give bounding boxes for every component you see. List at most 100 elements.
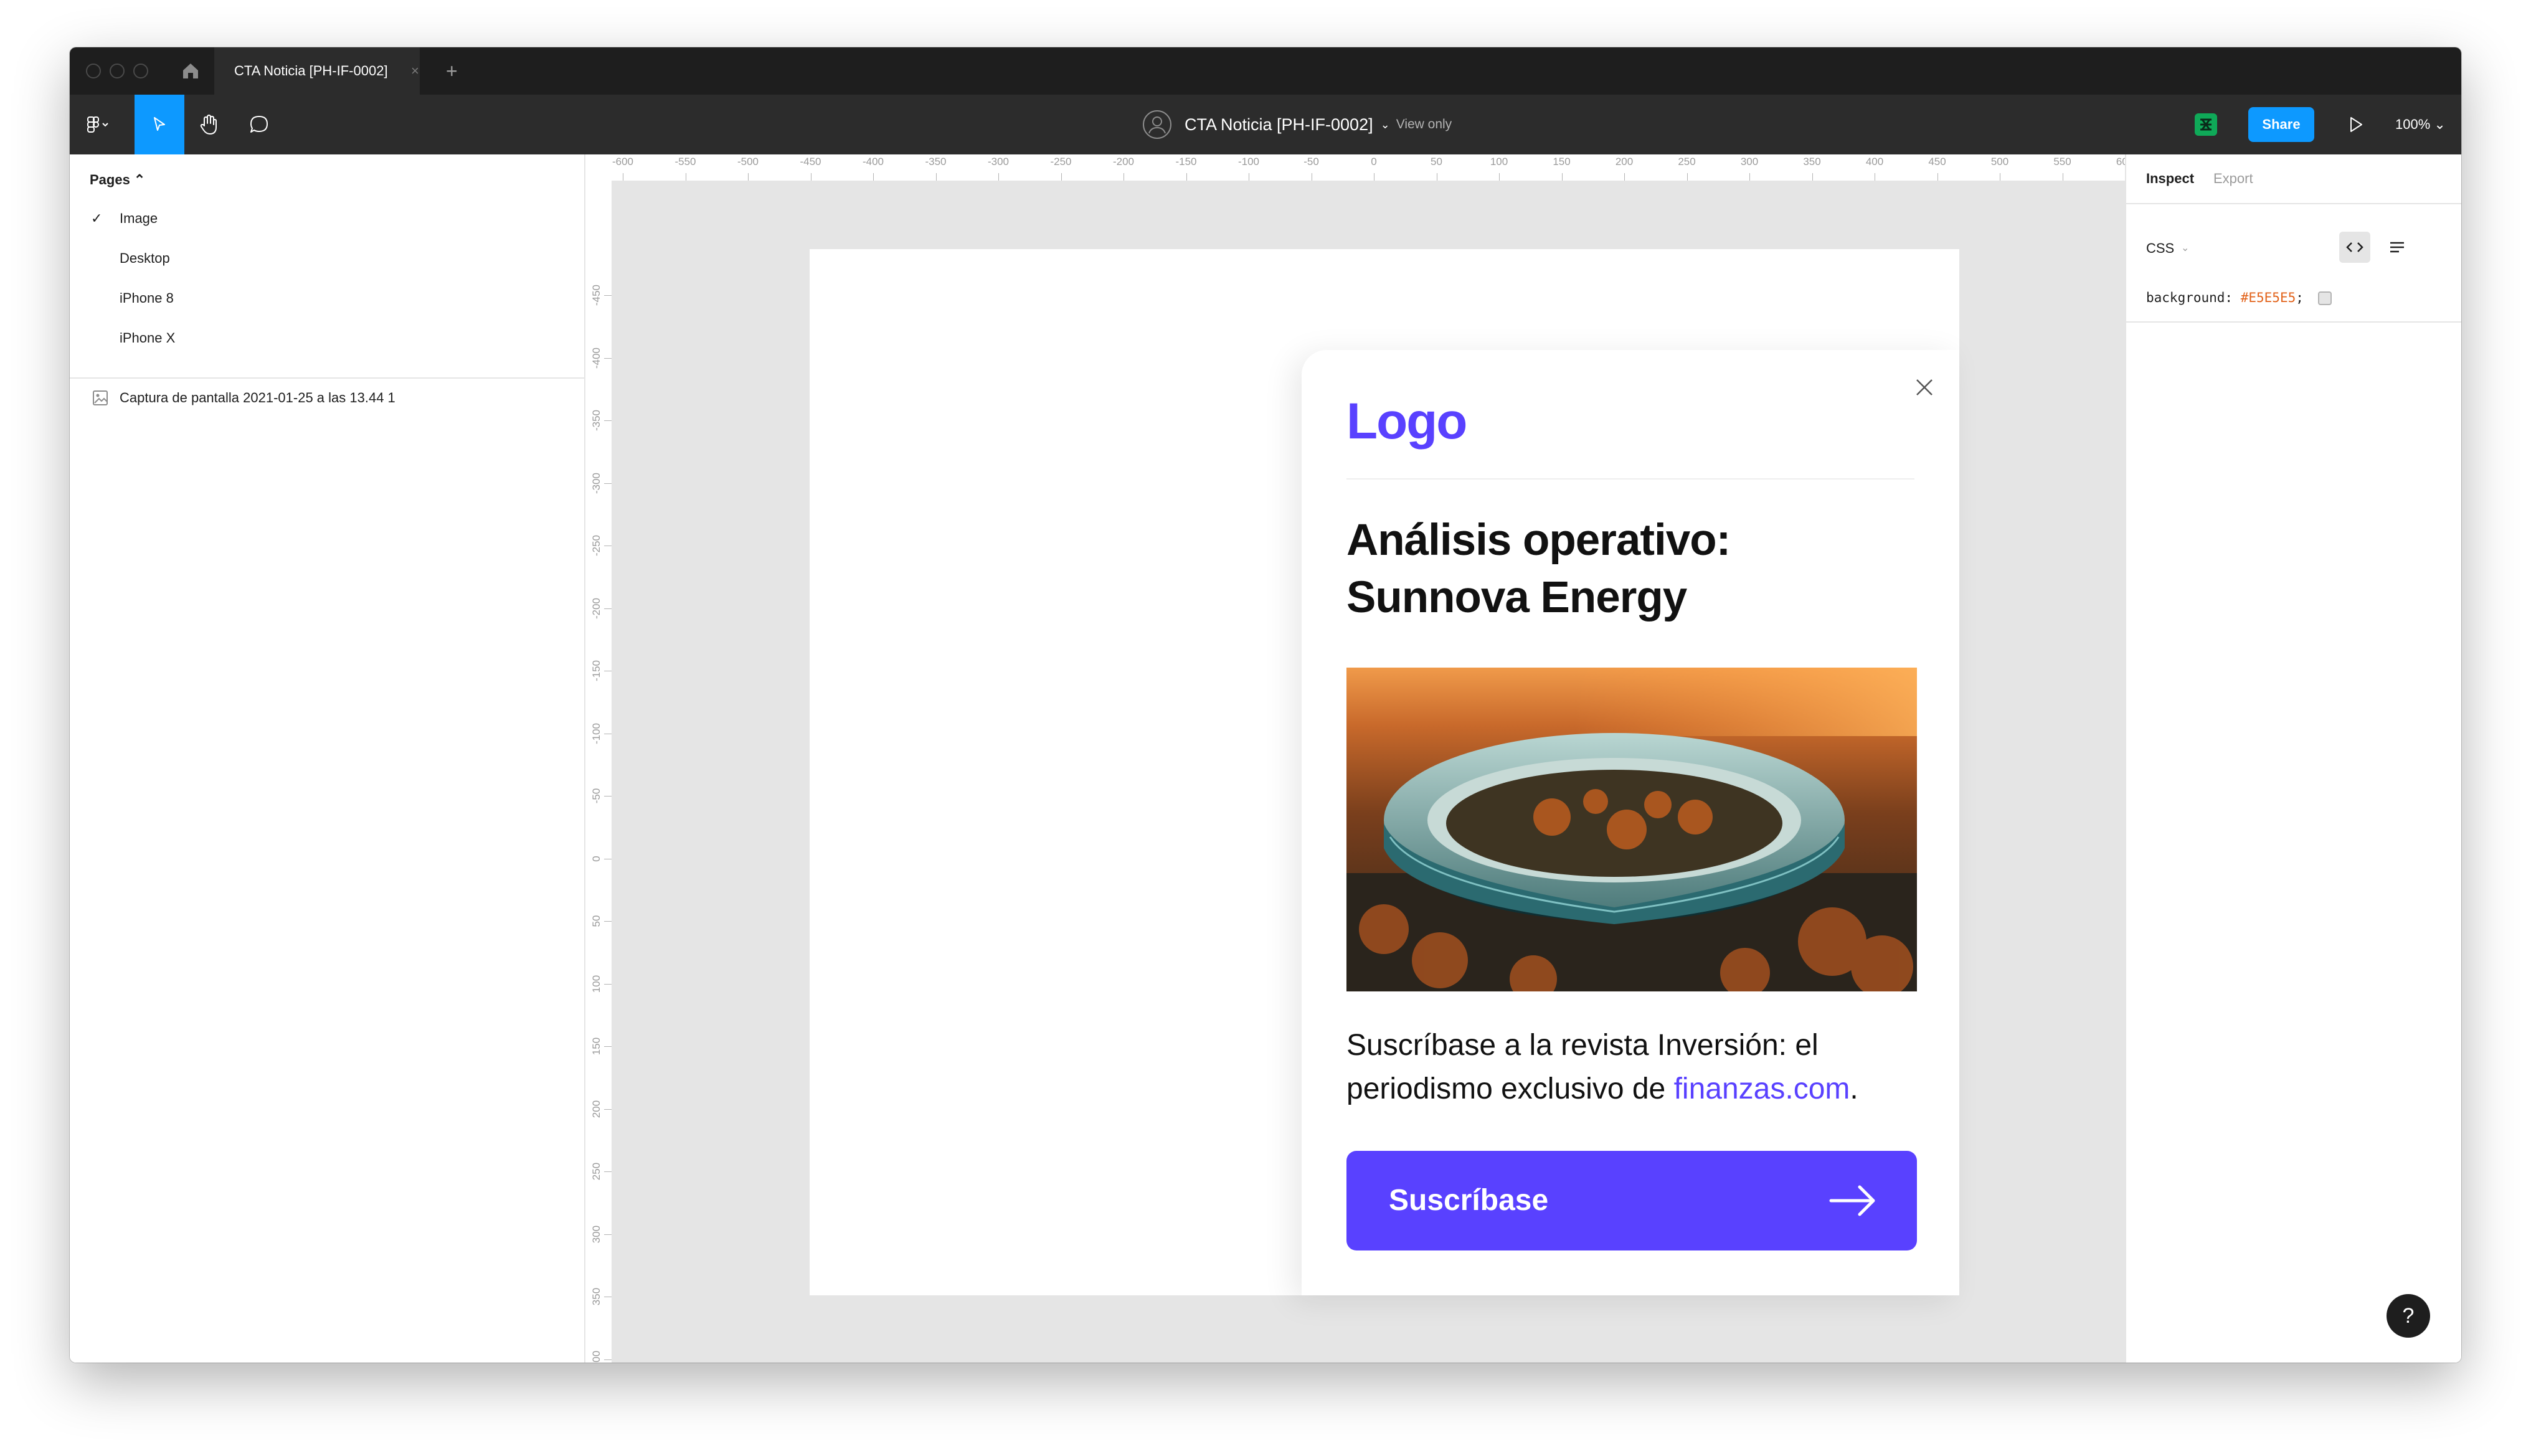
hand-icon [200, 115, 217, 135]
subscribe-button-label: Suscríbase [1389, 1184, 1549, 1217]
zoom-value: 100% [2395, 116, 2431, 132]
pages-header[interactable]: Pages ⌃ [90, 172, 145, 188]
ruler-tick-label: -300 [590, 472, 602, 494]
vertical-ruler: -450 -400 -350 -300 -250 -200 -150 -100 -50 0 50 10… [585, 181, 612, 1363]
ruler-tick-label: -250 [590, 534, 602, 557]
ruler-tick [1937, 173, 1938, 181]
home-icon[interactable] [181, 61, 201, 81]
ruler-tick-label: -250 [1050, 156, 1072, 168]
subscription-description: Suscríbase a la revista Inversión: el pe… [1346, 1024, 1932, 1111]
ruler-tick-label: 150 [590, 1037, 602, 1056]
zoom-dropdown[interactable]: 100% ⌄ [2395, 95, 2446, 154]
move-tool-button[interactable] [135, 95, 184, 154]
ruler-tick [1499, 173, 1500, 181]
figma-menu-icon [87, 116, 108, 133]
hand-tool-button[interactable] [184, 95, 234, 154]
ruler-tick [604, 1234, 612, 1235]
page-item-iphone-8[interactable]: iPhone 8 [120, 290, 174, 306]
share-button[interactable]: Share [2248, 107, 2314, 142]
ruler-tick-label: -600 [612, 156, 634, 168]
code-view-button[interactable] [2339, 232, 2370, 263]
ruler-tick-label: 350 [590, 1287, 602, 1306]
comment-tool-button[interactable] [234, 95, 284, 154]
description-end: . [1850, 1072, 1858, 1105]
ruler-tick [604, 483, 612, 484]
title-bar: CTA Noticia [PH-IF-0002] × + [70, 47, 2461, 95]
ruler-tick-label: 450 [1928, 156, 1946, 168]
help-button[interactable]: ? [2387, 1294, 2430, 1338]
layer-item[interactable]: Captura de pantalla 2021-01-25 a las 13.… [120, 390, 395, 406]
code-language-chevron-icon[interactable]: ⌄ [2181, 242, 2189, 254]
zoom-chevron-icon: ⌄ [2434, 116, 2446, 132]
zoom-window-dot[interactable] [133, 64, 148, 78]
ruler-tick-label: 250 [1678, 156, 1696, 168]
ruler-tick-label: 50 [1431, 156, 1442, 168]
article-headline: Análisis operativo: Sunnova Energy [1346, 512, 1926, 626]
ruler-tick-label: 400 [590, 1350, 602, 1363]
campus-aerial-photo [1346, 668, 1917, 991]
ruler-tick-label: -400 [862, 156, 884, 168]
page-item-image[interactable]: Image [120, 210, 158, 227]
user-avatar-icon [1143, 110, 1171, 139]
ruler-tick [1687, 173, 1688, 181]
ruler-tick-label: 100 [590, 975, 602, 993]
chevron-down-icon[interactable]: ⌄ [1381, 118, 1390, 131]
ruler-tick-label: 350 [1803, 156, 1821, 168]
page-item-iphone-x[interactable]: iPhone X [120, 330, 175, 346]
tab-export[interactable]: Export [2213, 171, 2253, 187]
cta-card[interactable]: Logo Análisis operativo: Sunnova Energy [1302, 350, 1959, 1295]
ruler-tick-label: 400 [1865, 156, 1884, 168]
ruler-tick-label: 0 [590, 855, 602, 862]
comment-icon [250, 116, 268, 133]
new-tab-icon[interactable]: + [446, 47, 458, 95]
arrow-right-icon [1829, 1185, 1875, 1216]
ruler-tick [998, 173, 999, 181]
close-window-dot[interactable] [86, 64, 101, 78]
finanzas-link[interactable]: finanzas.com [1674, 1072, 1850, 1105]
ruler-tick [604, 921, 612, 922]
plugin-icon[interactable] [2195, 113, 2217, 136]
tab-inspect[interactable]: Inspect [2146, 171, 2194, 187]
ruler-tick-label: -450 [800, 156, 821, 168]
ruler-tick-label: -150 [590, 659, 602, 682]
file-tab-label[interactable]: CTA Noticia [PH-IF-0002] [234, 47, 388, 95]
tab-close-icon[interactable]: × [411, 47, 419, 95]
list-view-button[interactable] [2382, 232, 2413, 263]
headline-line-2: Sunnova Energy [1346, 573, 1687, 622]
page-item-desktop[interactable]: Desktop [120, 250, 170, 267]
code-language-dropdown[interactable]: CSS [2146, 240, 2174, 257]
ruler-tick-label: 300 [590, 1225, 602, 1243]
headline-line-1: Análisis operativo: [1346, 516, 1731, 565]
close-icon[interactable] [1913, 376, 1936, 399]
ruler-tick [604, 357, 612, 359]
ruler-tick-label: 50 [590, 915, 602, 927]
canvas[interactable]: Logo Análisis operativo: Sunnova Energy [612, 181, 2125, 1363]
css-property: background: [2146, 290, 2233, 305]
present-play-icon[interactable] [2344, 113, 2367, 136]
ruler-tick-label: -50 [1303, 156, 1319, 168]
image-frame[interactable]: Logo Análisis operativo: Sunnova Energy [810, 249, 1959, 1295]
subscribe-button[interactable]: Suscríbase [1346, 1151, 1917, 1250]
ruler-tick [604, 608, 612, 609]
ruler-tick-label: -500 [737, 156, 759, 168]
ruler-tick [604, 1109, 612, 1110]
right-panel-divider [2126, 203, 2461, 204]
minimize-window-dot[interactable] [110, 64, 125, 78]
css-section-divider [2126, 321, 2461, 323]
ruler-tick-label: -100 [590, 722, 602, 744]
main-menu-button[interactable] [76, 95, 120, 154]
ruler-tick-label: 550 [2053, 156, 2071, 168]
ruler-tick-label: 100 [1490, 156, 1508, 168]
ruler-tick [1749, 173, 1750, 181]
file-name[interactable]: CTA Noticia [PH-IF-0002] [1185, 115, 1373, 135]
document-title[interactable]: CTA Noticia [PH-IF-0002] ⌄ View only [1142, 95, 1452, 154]
ruler-tick-label: -300 [987, 156, 1010, 168]
horizontal-ruler: -600 -550 -500 -450 -400 -350 -300 -250 -200 -150… [585, 154, 2125, 181]
layers-panel: Pages ⌃ ✓ Image Desktop iPhone 8 iPhone … [70, 154, 585, 1363]
ruler-tick-label: 250 [590, 1162, 602, 1181]
color-swatch[interactable] [2318, 291, 2332, 305]
card-divider [1346, 478, 1914, 480]
css-semicolon: ; [2296, 290, 2304, 305]
ruler-tick-label: -200 [590, 597, 602, 619]
ruler-tick-label: -450 [590, 284, 602, 306]
